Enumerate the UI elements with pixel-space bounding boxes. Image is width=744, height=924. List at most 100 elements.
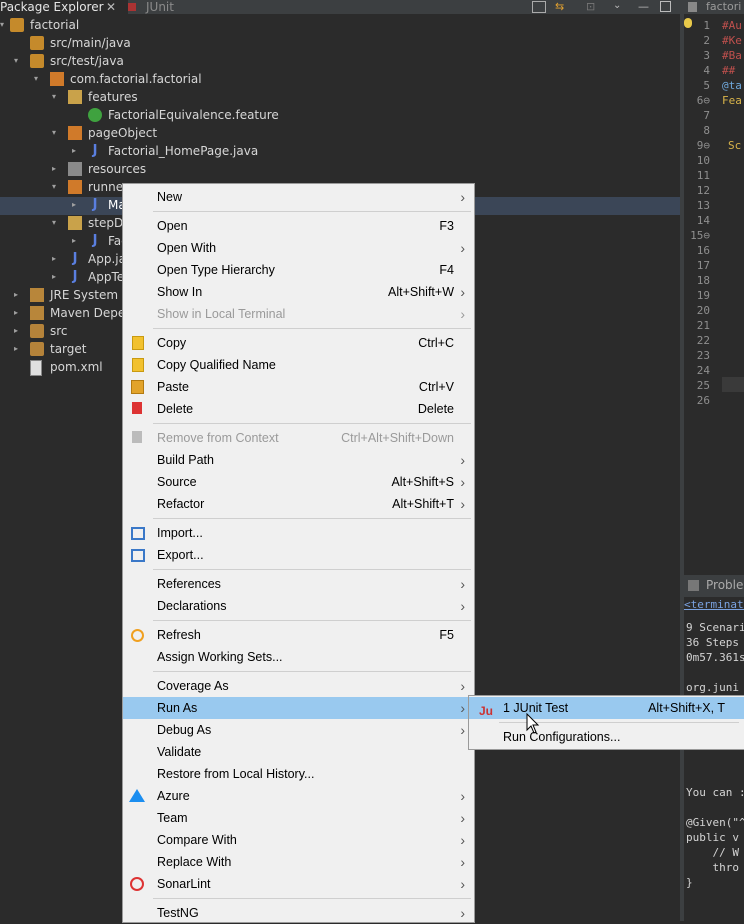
menu-item-compare-with[interactable]: Compare With › bbox=[123, 829, 474, 851]
collapsed-arrow-icon[interactable]: ▸ bbox=[52, 273, 60, 281]
expanded-arrow-icon[interactable]: ▾ bbox=[52, 129, 60, 137]
collapsed-arrow-icon[interactable]: ▸ bbox=[52, 165, 60, 173]
submenu-arrow-icon: › bbox=[460, 788, 465, 804]
expanded-arrow-icon[interactable]: ▾ bbox=[14, 57, 22, 65]
collapse-all-icon[interactable] bbox=[532, 1, 546, 13]
expanded-arrow-icon[interactable]: ▾ bbox=[0, 21, 8, 29]
expanded-arrow-icon[interactable]: ▾ bbox=[52, 183, 60, 191]
menu-item-refactor[interactable]: Refactor Alt+Shift+T › bbox=[123, 493, 474, 515]
collapsed-arrow-icon[interactable]: ▸ bbox=[72, 147, 80, 155]
editor-pane[interactable]: 1 #Au 2 #Ke 3 #Ba 4 ## 5 @ta 6⊖ Fea 7 8 9⊖ Sc 10 11 12 13 14… bbox=[684, 14, 744, 574]
collapsed-arrow-icon[interactable]: ▸ bbox=[14, 309, 22, 317]
menu-item-paste[interactable]: Paste Ctrl+V bbox=[123, 376, 474, 398]
menu-item-coverage-as[interactable]: Coverage As › bbox=[123, 675, 474, 697]
mouse-cursor-icon bbox=[526, 713, 540, 734]
line-number: 9⊖ bbox=[696, 139, 710, 152]
menu-item-open-type-hierarchy[interactable]: Open Type Hierarchy F4 bbox=[123, 259, 474, 281]
menu-item-validate[interactable]: Validate bbox=[123, 741, 474, 763]
menu-item-label: Delete bbox=[157, 402, 194, 416]
menu-item-shortcut: Ctrl+V bbox=[418, 380, 454, 394]
tree-item[interactable]: FactorialEquivalence.feature bbox=[0, 106, 680, 124]
menu-item-run-as[interactable]: Run As › bbox=[123, 697, 474, 719]
collapsed-arrow-icon[interactable]: ▸ bbox=[52, 255, 60, 263]
tree-item[interactable]: ▾ src/test/java bbox=[0, 52, 680, 70]
menu-item-open[interactable]: Open F3 bbox=[123, 215, 474, 237]
tree-item[interactable]: ▾ com.factorial.factorial bbox=[0, 70, 680, 88]
tree-item[interactable]: ▸ J Factorial_HomePage.java bbox=[0, 142, 680, 160]
submenu-arrow-icon: › bbox=[460, 832, 465, 848]
tree-item[interactable]: ▾ features bbox=[0, 88, 680, 106]
line-number: 22 bbox=[696, 334, 710, 347]
line-number: 4 bbox=[703, 64, 710, 77]
collapsed-arrow-icon[interactable]: ▸ bbox=[72, 237, 80, 245]
menu-item-label: Validate bbox=[157, 745, 202, 759]
menu-item-declarations[interactable]: Declarations › bbox=[123, 595, 474, 617]
editor-tab-label[interactable]: factori bbox=[706, 0, 741, 14]
menu-item-replace-with[interactable]: Replace With › bbox=[123, 851, 474, 873]
menu-item-new[interactable]: New › bbox=[123, 186, 474, 208]
close-icon[interactable]: ✕ bbox=[106, 0, 116, 14]
menu-separator bbox=[153, 898, 471, 899]
console-tab-label[interactable]: Probler bbox=[706, 578, 744, 592]
editor-tab-bar: factori bbox=[684, 0, 744, 14]
link-editor-icon[interactable]: ⇆ bbox=[555, 0, 564, 13]
menu-item-copy-qualified-name[interactable]: Copy Qualified Name bbox=[123, 354, 474, 376]
submenu-item-1-junit-test[interactable]: Ju 1 JUnit Test Alt+Shift+X, T bbox=[469, 697, 744, 719]
expanded-arrow-icon[interactable]: ▾ bbox=[52, 93, 60, 101]
tree-item-label: factorial bbox=[30, 18, 80, 32]
expanded-arrow-icon[interactable]: ▾ bbox=[52, 219, 60, 227]
expanded-arrow-icon[interactable]: ▾ bbox=[34, 75, 42, 83]
tab-package-explorer[interactable]: Package Explorer ✕ bbox=[0, 0, 128, 14]
submenu-arrow-icon: › bbox=[460, 496, 465, 512]
source-folder-icon bbox=[30, 36, 44, 50]
menu-separator bbox=[153, 518, 471, 519]
menu-item-azure[interactable]: Azure › bbox=[123, 785, 474, 807]
view-menu-icon[interactable]: ⌄ bbox=[613, 0, 621, 11]
console-line: 0m57.361s bbox=[686, 651, 744, 664]
remove-from-context-icon bbox=[132, 431, 142, 443]
menu-item-open-with[interactable]: Open With › bbox=[123, 237, 474, 259]
submenu-item-run-configurations[interactable]: Run Configurations... bbox=[469, 726, 744, 748]
tree-item[interactable]: ▸ resources bbox=[0, 160, 680, 178]
menu-item-copy[interactable]: Copy Ctrl+C bbox=[123, 332, 474, 354]
minimize-icon[interactable]: — bbox=[638, 0, 649, 13]
tree-item[interactable]: src/main/java bbox=[0, 34, 680, 52]
menu-item-label: References bbox=[157, 577, 221, 591]
submenu-arrow-icon: › bbox=[460, 474, 465, 490]
copy-icon bbox=[132, 336, 144, 350]
submenu-arrow-icon: › bbox=[460, 678, 465, 694]
collapsed-arrow-icon[interactable]: ▸ bbox=[14, 327, 22, 335]
menu-item-debug-as[interactable]: Debug As › bbox=[123, 719, 474, 741]
explorer-tab-bar: Package Explorer ✕ JUnit ⇆ ⊡ ⌄ — bbox=[0, 0, 680, 14]
tab-junit[interactable]: JUnit bbox=[128, 0, 174, 14]
menu-item-sonarlint[interactable]: SonarLint › bbox=[123, 873, 474, 895]
menu-item-assign-working-sets[interactable]: Assign Working Sets... bbox=[123, 646, 474, 668]
maximize-icon[interactable] bbox=[660, 1, 671, 12]
menu-item-shortcut: Ctrl+C bbox=[418, 336, 454, 350]
collapsed-arrow-icon[interactable]: ▸ bbox=[14, 345, 22, 353]
tree-item[interactable]: ▾ factorial bbox=[0, 16, 680, 34]
lightbulb-icon[interactable] bbox=[684, 18, 692, 28]
menu-item-show-in[interactable]: Show In Alt+Shift+W › bbox=[123, 281, 474, 303]
console-line: // W bbox=[686, 846, 739, 859]
package-icon bbox=[68, 180, 82, 194]
menu-item-team[interactable]: Team › bbox=[123, 807, 474, 829]
console-line: org.juni bbox=[686, 681, 739, 694]
tree-item[interactable]: ▾ pageObject bbox=[0, 124, 680, 142]
menu-item-restore-from-local-history[interactable]: Restore from Local History... bbox=[123, 763, 474, 785]
menu-separator bbox=[153, 211, 471, 212]
menu-item-refresh[interactable]: Refresh F5 bbox=[123, 624, 474, 646]
console-line: thro bbox=[686, 861, 739, 874]
menu-item-export[interactable]: Export... bbox=[123, 544, 474, 566]
menu-item-label: Run As bbox=[157, 701, 198, 715]
menu-item-build-path[interactable]: Build Path › bbox=[123, 449, 474, 471]
menu-item-import[interactable]: Import... bbox=[123, 522, 474, 544]
focus-icon[interactable]: ⊡ bbox=[586, 0, 595, 13]
menu-item-references[interactable]: References › bbox=[123, 573, 474, 595]
collapsed-arrow-icon[interactable]: ▸ bbox=[14, 291, 22, 299]
collapsed-arrow-icon[interactable]: ▸ bbox=[72, 201, 80, 209]
menu-item-source[interactable]: Source Alt+Shift+S › bbox=[123, 471, 474, 493]
code-line: Sc bbox=[728, 139, 742, 152]
menu-item-delete[interactable]: Delete Delete bbox=[123, 398, 474, 420]
code-line: #Au bbox=[722, 19, 742, 32]
